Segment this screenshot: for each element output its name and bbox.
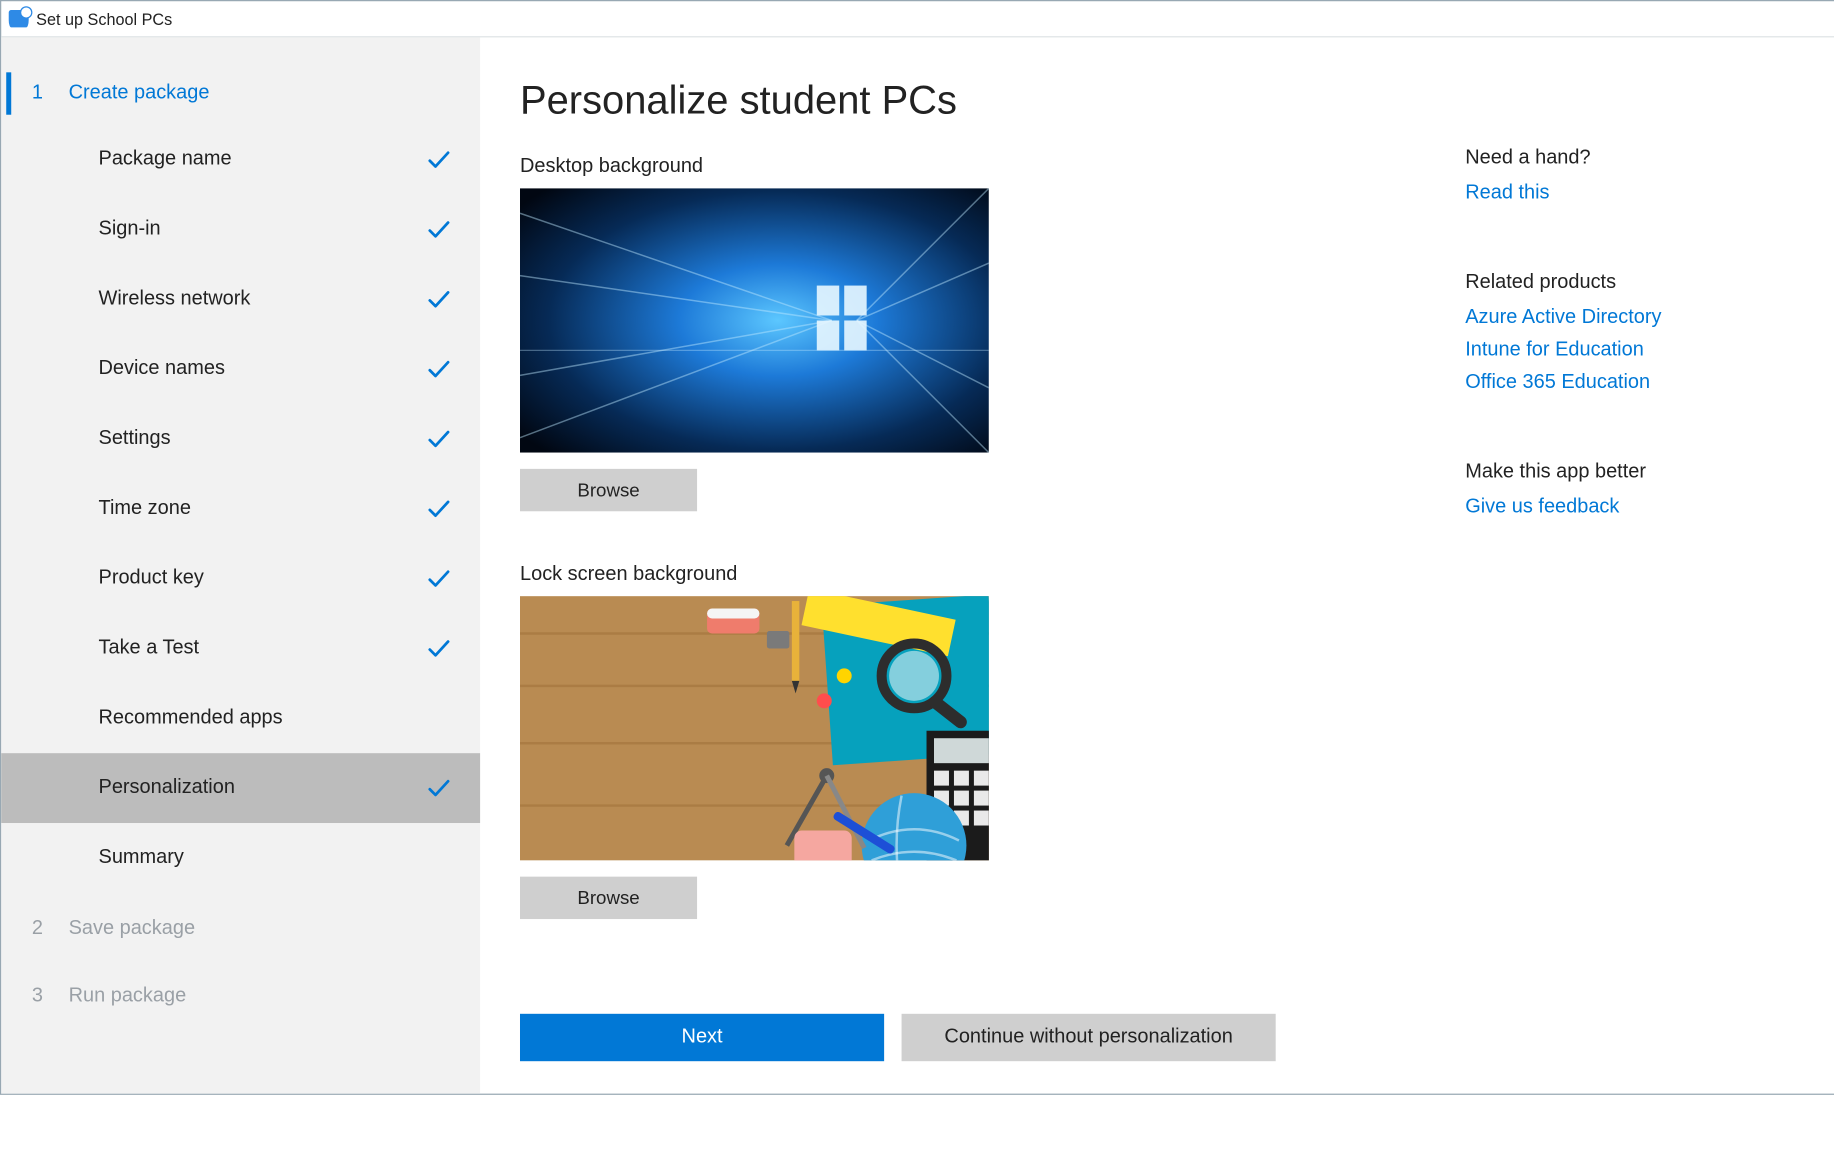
sidebar-substep-settings[interactable]: Settings xyxy=(1,404,480,474)
step-1-label: Create package xyxy=(69,82,210,104)
check-icon xyxy=(425,774,455,801)
sidebar-substep-recommended-apps[interactable]: Recommended apps xyxy=(1,683,480,753)
desktop-bg-label: Desktop background xyxy=(520,156,1443,178)
check-icon xyxy=(425,286,455,313)
step-3-label: Run package xyxy=(69,985,187,1007)
sidebar-substep-product-key[interactable]: Product key xyxy=(1,544,480,614)
help-sidebar: Need a hand? Read this Related products … xyxy=(1465,67,1797,1013)
sidebar-substep-label: Settings xyxy=(99,428,171,450)
accent-bar xyxy=(6,72,11,114)
lock-bg-label: Lock screen background xyxy=(520,564,1443,586)
sidebar-substep-wireless-network[interactable]: Wireless network xyxy=(1,264,480,334)
form-column: Personalize student PCs Desktop backgrou… xyxy=(520,67,1443,1013)
lock-browse-button[interactable]: Browse xyxy=(520,877,697,919)
sidebar-substep-label: Wireless network xyxy=(99,288,251,310)
app-title: Set up School PCs xyxy=(36,9,172,28)
sidebar-substep-personalization[interactable]: Personalization xyxy=(1,753,480,823)
related-link-intune-for-education[interactable]: Intune for Education xyxy=(1465,339,1644,361)
titlebar: Set up School PCs xyxy=(1,1,1834,37)
sidebar-substep-label: Product key xyxy=(99,567,204,589)
page-title: Personalize student PCs xyxy=(520,77,1443,123)
check-icon xyxy=(425,565,455,592)
substeps-list: Package name Sign-in Wireless network Devic… xyxy=(1,125,480,893)
sidebar-substep-label: Personalization xyxy=(99,777,235,799)
step-1-number: 1 xyxy=(6,82,68,104)
sidebar-substep-take-a-test[interactable]: Take a Test xyxy=(1,614,480,684)
check-icon xyxy=(425,355,455,382)
sidebar-substep-time-zone[interactable]: Time zone xyxy=(1,474,480,544)
main-pane: Personalize student PCs Desktop backgrou… xyxy=(480,37,1834,1093)
sidebar-substep-label: Package name xyxy=(99,148,232,170)
sidebar-substep-label: Time zone xyxy=(99,498,191,520)
app-icon xyxy=(9,10,29,27)
check-icon xyxy=(425,495,455,522)
content-area: 1 Create package Package name Sign-in Wire… xyxy=(1,37,1834,1093)
step-3-header: 3 Run package xyxy=(1,965,480,1027)
check-icon xyxy=(425,146,455,173)
step-2-header: 2 Save package xyxy=(1,898,480,960)
continue-without-button[interactable]: Continue without personalization xyxy=(902,1014,1276,1061)
check-icon xyxy=(425,425,455,452)
step-2-number: 2 xyxy=(6,918,68,940)
sidebar-substep-device-names[interactable]: Device names xyxy=(1,334,480,404)
step-3-number: 3 xyxy=(6,985,68,1007)
sidebar-substep-summary[interactable]: Summary xyxy=(1,823,480,893)
sidebar-substep-label: Recommended apps xyxy=(99,707,283,729)
desktop-bg-preview xyxy=(520,188,989,452)
sidebar-substep-package-name[interactable]: Package name xyxy=(1,125,480,195)
desktop-browse-button[interactable]: Browse xyxy=(520,469,697,511)
next-button[interactable]: Next xyxy=(520,1014,884,1061)
related-link-office-365-education[interactable]: Office 365 Education xyxy=(1465,372,1650,394)
step-1-header[interactable]: 1 Create package xyxy=(1,62,480,124)
sidebar-substep-label: Device names xyxy=(99,358,225,380)
sidebar: 1 Create package Package name Sign-in Wire… xyxy=(1,37,480,1093)
help-link[interactable]: Read this xyxy=(1465,182,1549,204)
related-heading: Related products xyxy=(1465,272,1789,294)
sidebar-substep-sign-in[interactable]: Sign-in xyxy=(1,195,480,265)
sidebar-substep-label: Take a Test xyxy=(99,637,200,659)
feedback-link[interactable]: Give us feedback xyxy=(1465,496,1619,518)
check-icon xyxy=(425,635,455,662)
lock-bg-preview xyxy=(520,596,989,860)
check-icon xyxy=(425,216,455,243)
help-heading: Need a hand? xyxy=(1465,147,1789,169)
app-window: Set up School PCs 1 Create package Packa… xyxy=(0,0,1834,1095)
related-link-azure-active-directory[interactable]: Azure Active Directory xyxy=(1465,307,1661,329)
sidebar-substep-label: Sign-in xyxy=(99,218,161,240)
feedback-heading: Make this app better xyxy=(1465,461,1789,483)
sidebar-substep-label: Summary xyxy=(99,847,184,869)
footer-buttons: Next Continue without personalization xyxy=(520,1014,1797,1094)
step-2-label: Save package xyxy=(69,918,195,940)
